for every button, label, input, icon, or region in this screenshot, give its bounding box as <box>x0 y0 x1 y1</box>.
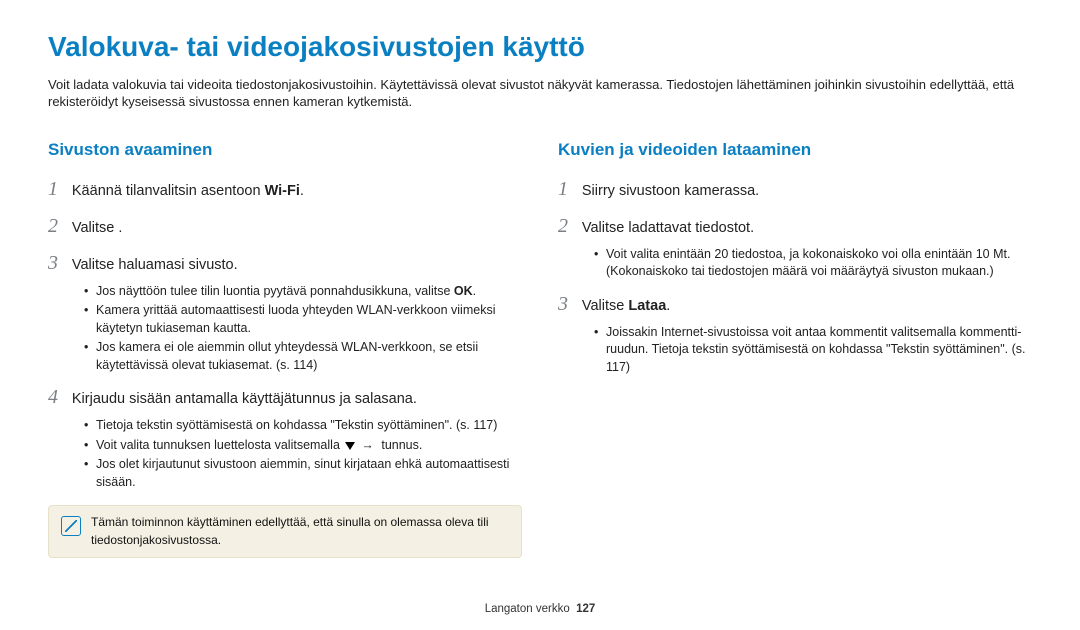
note-icon <box>61 516 81 536</box>
step-text: Valitse . <box>72 220 123 236</box>
intro-paragraph: Voit ladata valokuvia tai videoita tiedo… <box>48 76 1032 111</box>
step-text: Käännä tilanvalitsin asentoon Wi-Fi. <box>72 183 304 199</box>
step-num: 4 <box>48 384 68 411</box>
step-num: 3 <box>48 250 68 277</box>
step-text: Valitse haluamasi sivusto. <box>72 257 238 273</box>
left-step-1: 1 Käännä tilanvalitsin asentoon Wi-Fi. <box>48 176 522 203</box>
right-heading: Kuvien ja videoiden lataaminen <box>558 139 1032 162</box>
note-box: Tämän toiminnon käyttäminen edellyttää, … <box>48 505 522 558</box>
right-step-2-bullets: Voit valita enintään 20 tiedostoa, ja ko… <box>594 246 1032 281</box>
step-text: Valitse ladattavat tiedostot. <box>582 220 754 236</box>
step-text: Kirjaudu sisään antamalla käyttäjätunnus… <box>72 391 417 407</box>
step-num: 2 <box>48 213 68 240</box>
bullet: Kamera yrittää automaattisesti luoda yht… <box>84 302 522 337</box>
bullet: Jos näyttöön tulee tilin luontia pyytävä… <box>84 283 522 301</box>
columns: Sivuston avaaminen 1 Käännä tilanvalitsi… <box>48 129 1032 558</box>
note-text: Tämän toiminnon käyttäminen edellyttää, … <box>91 514 509 549</box>
page-title: Valokuva- tai videojakosivustojen käyttö <box>48 28 1032 66</box>
bullet: Tietoja tekstin syöttämisestä on kohdass… <box>84 417 522 435</box>
page-number: 127 <box>576 603 595 615</box>
document-page: Valokuva- tai videojakosivustojen käyttö… <box>0 0 1080 630</box>
left-step-2: 2 Valitse . <box>48 213 522 240</box>
right-step-2: 2 Valitse ladattavat tiedostot. <box>558 213 1032 240</box>
right-step-1: 1 Siirry sivustoon kamerassa. <box>558 176 1032 203</box>
left-step-3-bullets: Jos näyttöön tulee tilin luontia pyytävä… <box>84 283 522 375</box>
step-num: 2 <box>558 213 578 240</box>
bullet: Voit valita tunnuksen luettelosta valits… <box>84 437 522 455</box>
right-step-3: 3 Valitse Lataa. <box>558 291 1032 318</box>
bullet: Joissakin Internet-sivustoissa voit anta… <box>594 324 1032 377</box>
bullet: Jos kamera ei ole aiemmin ollut yhteydes… <box>84 339 522 374</box>
right-col: Kuvien ja videoiden lataaminen 1 Siirry … <box>558 129 1032 558</box>
wifi-icon-label: Wi-Fi <box>265 183 300 199</box>
page-footer: Langaton verkko 127 <box>0 602 1080 618</box>
left-step-4-bullets: Tietoja tekstin syöttämisestä on kohdass… <box>84 417 522 491</box>
footer-section: Langaton verkko <box>485 603 570 615</box>
step-text: Valitse Lataa. <box>582 298 670 314</box>
step-num: 1 <box>48 176 68 203</box>
bullet: Jos olet kirjautunut sivustoon aiemmin, … <box>84 456 522 491</box>
arrow-right-icon: → <box>361 437 374 455</box>
chevron-down-icon <box>345 442 355 450</box>
step-num: 1 <box>558 176 578 203</box>
step-text: Siirry sivustoon kamerassa. <box>582 183 759 199</box>
left-step-3: 3 Valitse haluamasi sivusto. <box>48 250 522 277</box>
left-col: Sivuston avaaminen 1 Käännä tilanvalitsi… <box>48 129 522 558</box>
right-step-3-bullets: Joissakin Internet-sivustoissa voit anta… <box>594 324 1032 377</box>
left-heading: Sivuston avaaminen <box>48 139 522 162</box>
bullet: Voit valita enintään 20 tiedostoa, ja ko… <box>594 246 1032 281</box>
left-step-4: 4 Kirjaudu sisään antamalla käyttäjätunn… <box>48 384 522 411</box>
step-num: 3 <box>558 291 578 318</box>
